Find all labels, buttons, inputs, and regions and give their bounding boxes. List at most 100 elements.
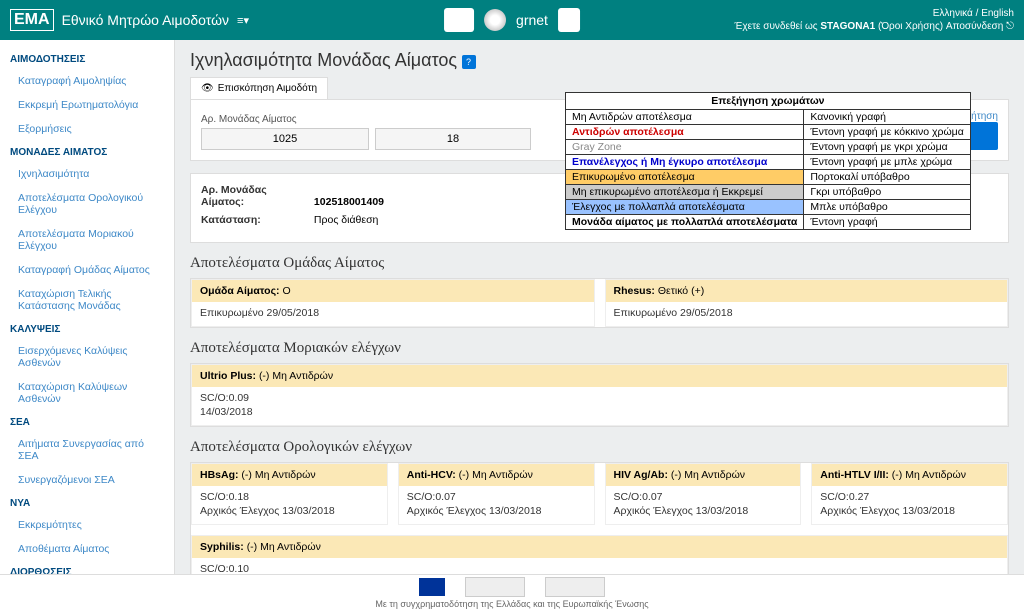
serological-card: Syphilis: (-) Μη ΑντιδρώνSC/O:0.10Αρχικό… bbox=[191, 535, 1008, 574]
sero-date: Αρχικός Έλεγχος 13/03/2018 bbox=[614, 505, 793, 517]
footer-logo-1 bbox=[465, 577, 525, 597]
sero-result: (-) Μη Αντιδρών bbox=[671, 469, 745, 481]
partner-logo-grnet-icon bbox=[484, 9, 506, 31]
sero-name: Syphilis: bbox=[200, 541, 244, 553]
brand-menu-icon[interactable]: ≡▾ bbox=[237, 14, 249, 27]
sidebar-item[interactable]: Καταχώριση Καλύψεων Ασθενών bbox=[0, 375, 174, 411]
serological-panel: HBsAg: (-) Μη Αντιδρών SC/O:0.18 Αρχικός Έ… bbox=[190, 462, 1009, 574]
sidebar-item[interactable]: Αιτήματα Συνεργασίας από ΣΕΑ bbox=[0, 432, 174, 468]
serological-card: HIV Ag/Ab: (-) Μη ΑντιδρώνSC/O:0.07Αρχικ… bbox=[605, 463, 802, 525]
unit-id-display-label: Αρ. Μονάδας Αίματος: bbox=[201, 184, 311, 208]
sero-sco: SC/O:0.27 bbox=[820, 491, 999, 503]
tab-donor-overview[interactable]: Επισκόπηση Αιμοδότη bbox=[190, 77, 328, 100]
topbar: EMA Εθνικό Μητρώο Αιμοδοτών ≡▾ grnet Ελλ… bbox=[0, 0, 1024, 40]
sero-result: (-) Μη Αντιδρών bbox=[241, 469, 315, 481]
logout-link[interactable]: Αποσύνδεση bbox=[946, 21, 1003, 32]
sidebar-item[interactable]: Συνεργαζόμενοι ΣΕΑ bbox=[0, 468, 174, 492]
sidebar-section-title: ΑΙΜΟΔΟΤΗΣΕΙΣ bbox=[0, 48, 174, 69]
sidebar-item[interactable]: Καταγραφή Ομάδας Αίματος bbox=[0, 258, 174, 282]
sero-sco: SC/O:0.07 bbox=[407, 491, 586, 503]
partner-logos: grnet bbox=[444, 0, 580, 40]
page-title: Ιχνηλασιμότητα Μονάδας Αίματος ? bbox=[190, 50, 1009, 71]
unit-id-input-a[interactable] bbox=[201, 128, 369, 150]
serological-card: HBsAg: (-) Μη ΑντιδρώνSC/O:0.18Αρχικός Έ… bbox=[191, 463, 388, 525]
sidebar-section-title: ΜΟΝΑΔΕΣ ΑΙΜΑΤΟΣ bbox=[0, 141, 174, 162]
sidebar-item[interactable]: Εξορμήσεις bbox=[0, 117, 174, 141]
legend-right: Γκρι υπόβαθρο bbox=[804, 185, 970, 200]
brand-block: EMA Εθνικό Μητρώο Αιμοδοτών ≡▾ bbox=[10, 9, 249, 31]
sidebar-item[interactable]: Αποθέματα Αίματος bbox=[0, 537, 174, 561]
sidebar-item[interactable]: Εκκρεμότητες bbox=[0, 513, 174, 537]
sidebar-item[interactable]: Αποτελέσματα Ορολογικού Ελέγχου bbox=[0, 186, 174, 222]
sidebar-section-title: ΣΕΑ bbox=[0, 411, 174, 432]
page-title-text: Ιχνηλασιμότητα Μονάδας Αίματος bbox=[190, 50, 457, 70]
legend-right: Έντονη γραφή με κόκκινο χρώμα bbox=[804, 125, 970, 140]
help-icon[interactable]: ? bbox=[462, 55, 476, 69]
sidebar: ΑΙΜΟΔΟΤΗΣΕΙΣΚαταγραφή ΑιμοληψίαςΕκκρεμή … bbox=[0, 40, 175, 574]
color-legend: Επεξήγηση χρωμάτων Μη Αντιδρών αποτέλεσμ… bbox=[565, 92, 971, 230]
brand-title: Εθνικό Μητρώο Αιμοδοτών bbox=[62, 12, 229, 28]
sero-name: HBsAg: bbox=[200, 469, 239, 481]
terms-link[interactable]: (Όροι Χρήσης) bbox=[878, 21, 943, 32]
legend-right: Έντονη γραφή bbox=[804, 215, 970, 230]
legend-right: Έντονη γραφή με γκρι χρώμα bbox=[804, 140, 970, 155]
sero-result: (-) Μη Αντιδρών bbox=[459, 469, 533, 481]
unit-id-input-b[interactable] bbox=[375, 128, 531, 150]
molecular-card: Ultrio Plus: (-) Μη Αντιδρών SC/O:0.09 1… bbox=[191, 364, 1008, 426]
legend-header: Επεξήγηση χρωμάτων bbox=[566, 93, 971, 110]
footer: Με τη συγχρηματοδότηση της Ελλάδας και τ… bbox=[0, 574, 1024, 614]
sero-sco: SC/O:0.10 bbox=[200, 563, 999, 574]
logged-in-user: STAGONA1 bbox=[820, 21, 875, 32]
sidebar-item[interactable]: Ιχνηλασιμότητα bbox=[0, 162, 174, 186]
sero-result: (-) Μη Αντιδρών bbox=[892, 469, 966, 481]
partner-name-grnet: grnet bbox=[516, 12, 548, 28]
molecular-sco: SC/O:0.09 bbox=[200, 392, 999, 404]
lang-greek-link[interactable]: Ελληνικά bbox=[933, 8, 973, 19]
partner-logo-ekea bbox=[444, 8, 474, 32]
sidebar-section-title: ΚΑΛΥΨΕΙΣ bbox=[0, 318, 174, 339]
status-display-label: Κατάσταση: bbox=[201, 214, 311, 226]
legend-right: Μπλε υπόβαθρο bbox=[804, 200, 970, 215]
molecular-panel: Ultrio Plus: (-) Μη Αντιδρών SC/O:0.09 1… bbox=[190, 363, 1009, 427]
molecular-section-title: Αποτελέσματα Μοριακών ελέγχων bbox=[190, 340, 1009, 357]
serological-card: Anti-HCV: (-) Μη ΑντιδρώνSC/O:0.07Αρχικό… bbox=[398, 463, 595, 525]
legend-left: Επικυρωμένο αποτέλεσμα bbox=[566, 170, 804, 185]
sero-name: HIV Ag/Ab: bbox=[614, 469, 668, 481]
lang-english-link[interactable]: English bbox=[981, 8, 1014, 19]
footer-logo-espa bbox=[545, 577, 605, 597]
blood-group-section-title: Αποτελέσματα Ομάδας Αίματος bbox=[190, 255, 1009, 272]
status-display-value: Προς διάθεση bbox=[314, 214, 378, 226]
rh-label: Rhesus: bbox=[614, 285, 655, 297]
rh-value: Θετικό (+) bbox=[658, 285, 704, 297]
rhesus-card: Rhesus: Θετικό (+) Επικυρωμένο 29/05/201… bbox=[605, 279, 1009, 327]
legend-left: Μη επικυρωμένο αποτέλεσμα ή Εκκρεμεί bbox=[566, 185, 804, 200]
sero-sco: SC/O:0.18 bbox=[200, 491, 379, 503]
eu-flag-icon bbox=[419, 578, 445, 596]
sidebar-item[interactable]: Καταχώριση Τελικής Κατάστασης Μονάδας bbox=[0, 282, 174, 318]
sero-name: Anti-HTLV I/II: bbox=[820, 469, 889, 481]
sidebar-item[interactable]: Αποτελέσματα Μοριακού Ελέγχου bbox=[0, 222, 174, 258]
legend-left: Μη Αντιδρών αποτέλεσμα bbox=[566, 110, 804, 125]
rh-confirmed: Επικυρωμένο 29/05/2018 bbox=[614, 307, 1000, 319]
sero-result: (-) Μη Αντιδρών bbox=[247, 541, 321, 553]
unit-id-display-value: 102518001409 bbox=[314, 196, 384, 208]
legend-right: Έντονη γραφή με μπλε χρώμα bbox=[804, 155, 970, 170]
serological-card: Anti-HTLV I/II: (-) Μη Αντιδρών SC/O:0.27… bbox=[811, 463, 1008, 525]
abo-confirmed: Επικυρωμένο 29/05/2018 bbox=[200, 307, 586, 319]
legend-right: Πορτοκαλί υπόβαθρο bbox=[804, 170, 970, 185]
legend-left: Gray Zone bbox=[566, 140, 804, 155]
serological-section-title: Αποτελέσματα Ορολογικών ελέγχων bbox=[190, 439, 1009, 456]
sidebar-item[interactable]: Εκκρεμή Ερωτηματολόγια bbox=[0, 93, 174, 117]
logout-icon[interactable]: ⎋ bbox=[1006, 21, 1014, 32]
topbar-right: Ελληνικά / English Έχετε συνδεθεί ως STA… bbox=[735, 7, 1014, 33]
unit-id-label: Αρ. Μονάδας Αίματος bbox=[201, 114, 531, 125]
abo-label: Ομάδα Αίματος: bbox=[200, 285, 280, 297]
molecular-name: Ultrio Plus: bbox=[200, 370, 256, 382]
main-content: Ιχνηλασιμότητα Μονάδας Αίματος ? Επισκόπ… bbox=[175, 40, 1024, 574]
sidebar-item[interactable]: Καταγραφή Αιμοληψίας bbox=[0, 69, 174, 93]
sidebar-item[interactable]: Εισερχόμενες Καλύψεις Ασθενών bbox=[0, 339, 174, 375]
sidebar-section-title: ΔΙΟΡΘΩΣΕΙΣ bbox=[0, 561, 174, 574]
abo-card: Ομάδα Αίματος: O Επικυρωμένο 29/05/2018 bbox=[191, 279, 595, 327]
brand-logo: EMA bbox=[10, 9, 54, 31]
logged-in-prefix: Έχετε συνδεθεί ως bbox=[735, 21, 821, 32]
